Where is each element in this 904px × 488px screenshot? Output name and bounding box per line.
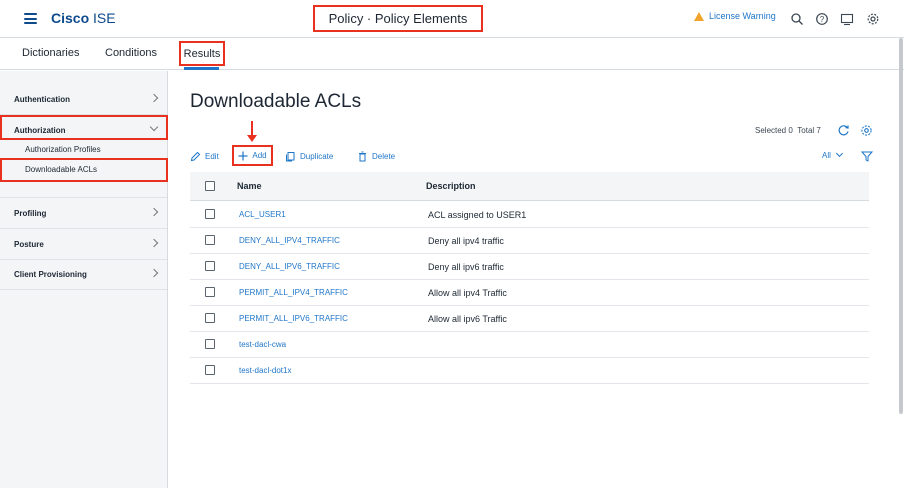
row-description: ACL assigned to USER1 [428, 210, 527, 220]
add-label: Add [252, 151, 267, 160]
highlight-authorization [0, 115, 168, 140]
sidebar-item-client-provisioning[interactable]: Client Provisioning [0, 259, 167, 290]
row-name-link[interactable]: PERMIT_ALL_IPV6_TRAFFIC [239, 314, 348, 323]
sidebar-item-posture[interactable]: Posture [0, 229, 167, 260]
filter-dropdown-label: All [822, 151, 831, 160]
table-row[interactable]: DENY_ALL_IPV4_TRAFFIC Deny all ipv4 traf… [190, 228, 869, 254]
chevron-right-icon [149, 268, 159, 278]
edit-label: Edit [205, 152, 219, 161]
active-tab-indicator [184, 67, 219, 70]
delete-button[interactable]: Delete [357, 151, 395, 162]
monitor-icon[interactable] [840, 12, 854, 26]
sidebar-item-label: Posture [14, 239, 44, 249]
chevron-right-icon [149, 93, 159, 103]
row-name-link[interactable]: test-dacl-cwa [239, 340, 286, 349]
row-checkbox[interactable] [205, 339, 215, 349]
row-description: Allow all ipv4 Traffic [428, 288, 507, 298]
copy-icon [286, 152, 295, 162]
tab-results[interactable]: Results [179, 41, 225, 66]
top-header: Cisco ISE Policy · Policy Elements Licen… [0, 0, 904, 38]
sidebar-item-authentication[interactable]: Authentication [0, 84, 167, 115]
sidebar-item-label: Profiling [14, 208, 47, 218]
filter-icon[interactable] [861, 151, 873, 162]
row-description: Deny all ipv4 traffic [428, 236, 504, 246]
chevron-down-icon [836, 149, 844, 158]
selected-count: Selected 0 [755, 126, 793, 135]
duplicate-button[interactable]: Duplicate [285, 151, 333, 162]
selection-info: Selected 0 Total 7 [755, 126, 821, 135]
search-icon[interactable] [790, 12, 804, 26]
filter-dropdown[interactable]: All [822, 149, 844, 160]
tab-conditions[interactable]: Conditions [105, 38, 157, 70]
help-icon[interactable]: ? [815, 12, 829, 26]
total-count: Total 7 [797, 126, 821, 135]
row-name-link[interactable]: DENY_ALL_IPV4_TRAFFIC [239, 236, 340, 245]
highlight-downloadable-acls [0, 158, 168, 182]
gear-icon[interactable] [866, 12, 880, 26]
row-description: Allow all ipv6 Traffic [428, 314, 507, 324]
brand-logo[interactable]: Cisco ISE [51, 10, 116, 26]
table-row[interactable]: PERMIT_ALL_IPV6_TRAFFIC Allow all ipv6 T… [190, 306, 869, 332]
svg-text:?: ? [820, 15, 825, 24]
sidebar-item-label: Client Provisioning [14, 269, 87, 279]
select-all-checkbox[interactable] [205, 181, 215, 191]
page-title: Policy · Policy Elements [313, 5, 483, 32]
column-header-description[interactable]: Description [426, 181, 476, 191]
row-checkbox[interactable] [205, 313, 215, 323]
license-warning-label: License Warning [709, 11, 776, 21]
table-header: Name Description [190, 172, 869, 201]
sidebar-subitem-authorization-profiles[interactable]: Authorization Profiles [25, 145, 101, 154]
annotation-arrow-head [247, 135, 257, 142]
sidebar-item-label: Authentication [14, 94, 70, 104]
tabs-row: Dictionaries Conditions [0, 38, 904, 70]
tab-dictionaries[interactable]: Dictionaries [22, 38, 79, 70]
row-name-link[interactable]: test-dacl-dot1x [239, 366, 291, 375]
refresh-icon[interactable] [837, 124, 850, 137]
row-checkbox[interactable] [205, 287, 215, 297]
table-row[interactable]: ACL_USER1 ACL assigned to USER1 [190, 202, 869, 228]
table-row[interactable]: DENY_ALL_IPV6_TRAFFIC Deny all ipv6 traf… [190, 254, 869, 280]
edit-button[interactable]: Edit [190, 151, 219, 162]
page-heading: Downloadable ACLs [190, 91, 362, 112]
chevron-right-icon [149, 207, 159, 217]
trash-icon [359, 151, 366, 162]
duplicate-label: Duplicate [300, 152, 334, 161]
row-checkbox[interactable] [205, 261, 215, 271]
plus-icon [238, 151, 248, 160]
menu-icon[interactable] [24, 13, 37, 24]
row-name-link[interactable]: ACL_USER1 [239, 210, 286, 219]
table-row[interactable]: PERMIT_ALL_IPV4_TRAFFIC Allow all ipv4 T… [190, 280, 869, 306]
row-name-link[interactable]: DENY_ALL_IPV6_TRAFFIC [239, 262, 340, 271]
add-button[interactable]: Add [232, 145, 273, 166]
row-description: Deny all ipv6 traffic [428, 262, 504, 272]
table-row[interactable]: test-dacl-cwa [190, 332, 869, 358]
license-warning[interactable]: License Warning [694, 11, 776, 21]
delete-label: Delete [372, 152, 396, 161]
table-row[interactable]: test-dacl-dot1x [190, 358, 869, 384]
column-header-name[interactable]: Name [237, 181, 262, 191]
row-checkbox[interactable] [205, 209, 215, 219]
settings-icon[interactable] [860, 124, 873, 137]
sidebar-item-profiling[interactable]: Profiling [0, 198, 167, 229]
row-name-link[interactable]: PERMIT_ALL_IPV4_TRAFFIC [239, 288, 348, 297]
row-checkbox[interactable] [205, 235, 215, 245]
pencil-icon [190, 151, 201, 162]
chevron-right-icon [149, 238, 159, 248]
row-checkbox[interactable] [205, 365, 215, 375]
warning-icon [694, 11, 704, 21]
scrollbar[interactable] [899, 38, 903, 414]
